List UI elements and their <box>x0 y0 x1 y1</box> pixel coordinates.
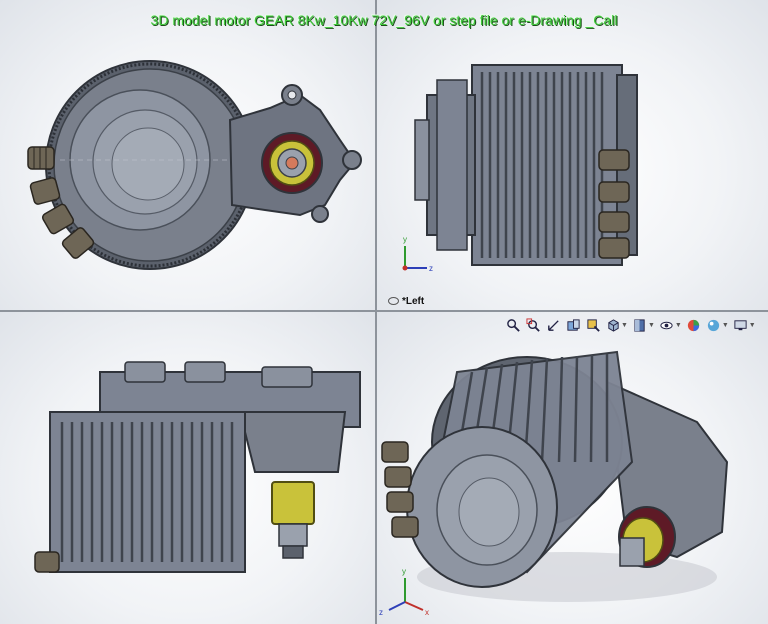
svg-text:x: x <box>425 608 429 617</box>
dynamic-annotation-icon[interactable] <box>585 317 601 333</box>
svg-text:z: z <box>379 608 383 617</box>
viewport-left[interactable]: y z <box>377 0 768 310</box>
motor-isometric-view: y x z <box>379 350 729 617</box>
chevron-down-icon[interactable]: ▼ <box>621 322 628 329</box>
apply-scene-icon[interactable] <box>706 317 722 333</box>
view-orientation-label: *Left <box>388 296 424 307</box>
viewport-isometric[interactable]: y x z <box>377 312 768 624</box>
heads-up-view-toolbar: ▼ ▼ ▼ ▼ ▼ <box>505 316 756 334</box>
motor-top-view <box>34 361 361 573</box>
display-style-icon[interactable] <box>632 317 648 333</box>
svg-text:y: y <box>402 567 406 576</box>
overlay-title: 3D model motor GEAR 8Kw_10Kw 72V_96V or … <box>150 12 618 28</box>
viewport-divider-vertical[interactable] <box>375 0 377 624</box>
chevron-down-icon[interactable]: ▼ <box>675 322 682 329</box>
zoom-to-fit-icon[interactable] <box>505 317 521 333</box>
section-view-icon[interactable] <box>565 317 581 333</box>
previous-view-icon[interactable] <box>545 317 561 333</box>
chevron-down-icon[interactable]: ▼ <box>722 322 729 329</box>
motor-front-view <box>27 60 362 270</box>
chevron-down-icon[interactable]: ▼ <box>749 322 756 329</box>
viewport-top[interactable] <box>0 312 375 624</box>
motor-left-view: y z <box>402 64 638 273</box>
chevron-down-icon[interactable]: ▼ <box>648 322 655 329</box>
edit-appearance-icon[interactable] <box>686 317 702 333</box>
svg-text:z: z <box>429 264 433 273</box>
view-orientation-icon[interactable] <box>605 317 621 333</box>
eye-icon <box>388 297 399 306</box>
axis-triad: y z <box>402 235 433 273</box>
hide-show-items-icon[interactable] <box>659 317 675 333</box>
svg-text:y: y <box>403 235 407 244</box>
viewport-divider-horizontal[interactable] <box>0 310 768 312</box>
view-settings-icon[interactable] <box>733 317 749 333</box>
zoom-area-icon[interactable] <box>525 317 541 333</box>
viewport-front[interactable] <box>0 0 375 310</box>
